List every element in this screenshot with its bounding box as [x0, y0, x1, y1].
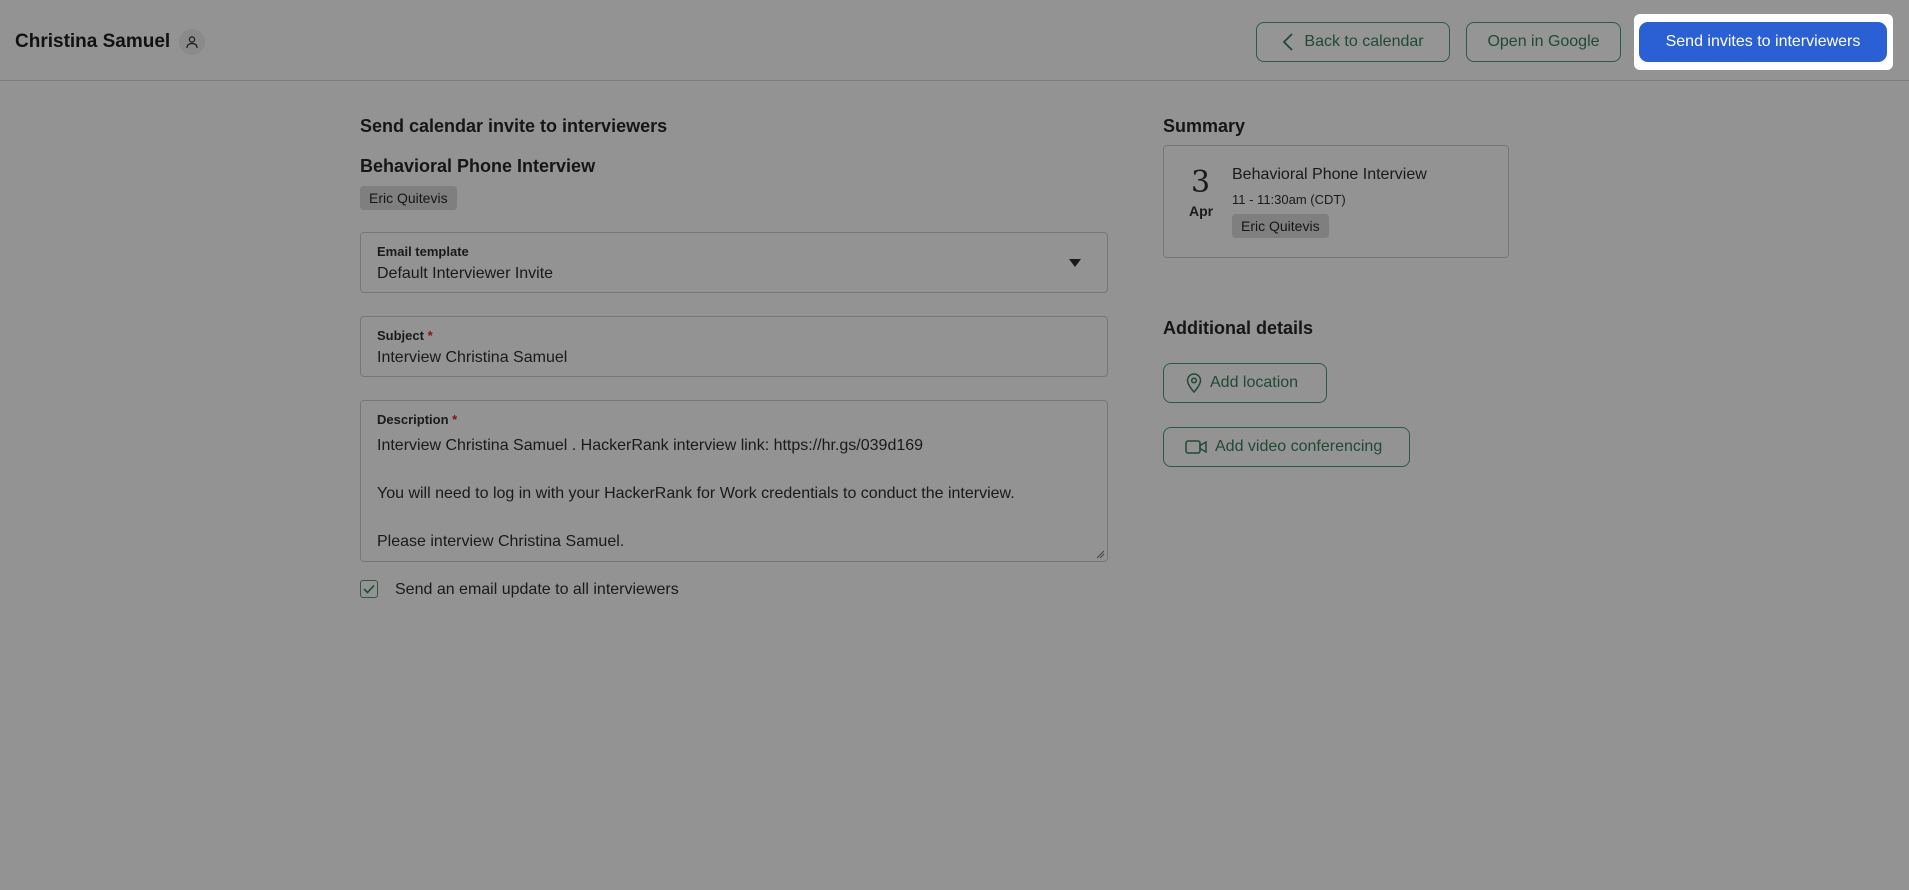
back-to-calendar-label: Back to calendar [1304, 33, 1424, 50]
description-textarea[interactable]: Description * Interview Christina Samuel… [360, 400, 1108, 562]
email-template-select[interactable]: Email template Default Interviewer Invit… [360, 232, 1108, 293]
checkmark-icon [363, 584, 375, 594]
interview-name: Behavioral Phone Interview [360, 156, 596, 176]
location-pin-icon [1186, 373, 1202, 393]
summary-title: Summary [1163, 116, 1246, 136]
summary-day: 3 [1191, 165, 1211, 200]
description-line: You will need to log in with your Hacker… [377, 485, 1015, 502]
chevron-left-icon [1283, 33, 1294, 51]
back-to-calendar-button[interactable]: Back to calendar [1256, 22, 1450, 62]
form-title: Send calendar invite to interviewers [360, 116, 668, 136]
send-invites-label: Send invites to interviewers [1665, 33, 1861, 50]
add-video-conferencing-label: Add video conferencing [1215, 438, 1383, 455]
summary-month: Apr [1189, 203, 1214, 219]
person-icon[interactable] [179, 29, 205, 55]
candidate-name: Christina Samuel [15, 31, 171, 52]
description-line: Interview Christina Samuel . HackerRank … [377, 437, 924, 454]
add-location-button[interactable]: Add location [1163, 363, 1327, 403]
summary-time: 11 - 11:30am (CDT) [1232, 192, 1346, 207]
add-video-conferencing-button[interactable]: Add video conferencing [1163, 427, 1410, 467]
open-in-google-label: Open in Google [1487, 33, 1600, 50]
subject-value: Interview Christina Samuel [377, 349, 568, 366]
send-invites-button[interactable]: Send invites to interviewers [1639, 22, 1887, 62]
summary-interviewer-chip: Eric Quitevis [1232, 214, 1329, 238]
resize-grip-icon[interactable] [1096, 550, 1105, 559]
add-location-label: Add location [1210, 374, 1299, 391]
top-bar [0, 0, 1909, 81]
description-line: Please interview Christina Samuel. [377, 533, 625, 550]
additional-details-title: Additional details [1163, 318, 1314, 338]
email-update-checkbox[interactable] [360, 580, 378, 598]
dropdown-caret-icon [1069, 259, 1081, 267]
description-label: Description * [377, 412, 458, 427]
video-camera-icon [1185, 440, 1207, 454]
email-update-label: Send an email update to all interviewers [395, 581, 679, 598]
email-template-label: Email template [377, 244, 469, 259]
subject-label: Subject * [377, 328, 433, 343]
subject-field[interactable]: Subject * Interview Christina Samuel [360, 316, 1108, 377]
email-template-value: Default Interviewer Invite [377, 265, 554, 282]
open-in-google-button[interactable]: Open in Google [1466, 22, 1621, 62]
interviewer-chip: Eric Quitevis [360, 186, 457, 210]
summary-event-title: Behavioral Phone Interview [1232, 166, 1427, 183]
